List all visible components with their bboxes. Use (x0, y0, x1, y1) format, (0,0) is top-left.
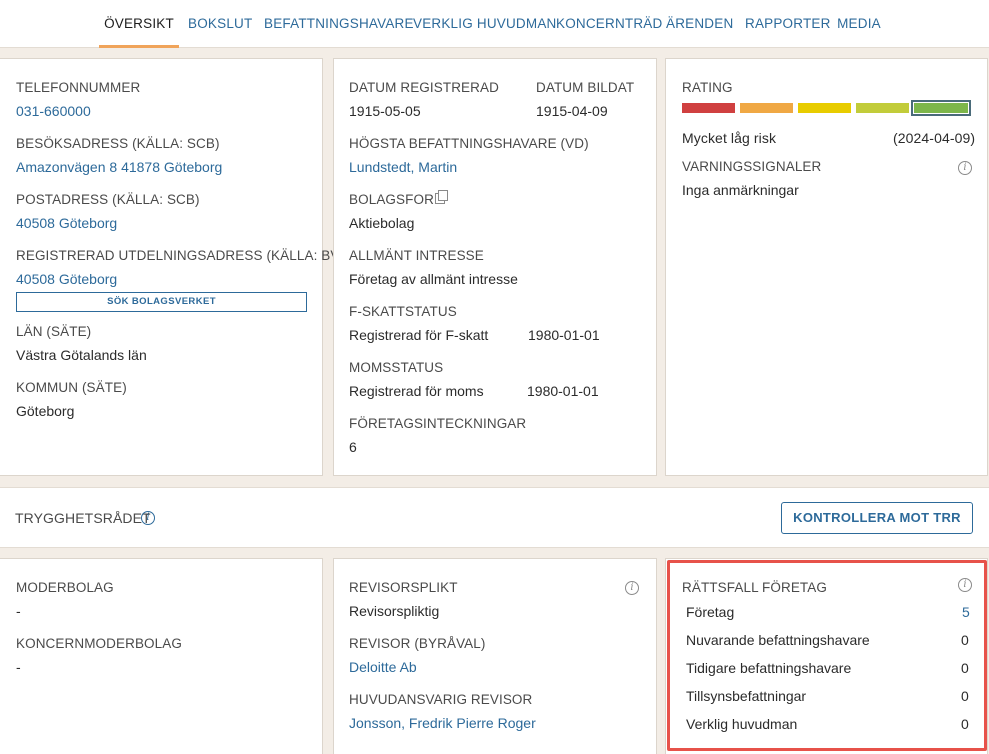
registered-date-label: DATUM REGISTRERAD (349, 80, 499, 95)
legal-row-count: 0 (961, 688, 969, 704)
trr-title: TRYGGHETSRÅDET (15, 510, 151, 526)
legal-cases-card: RÄTTSFALL FÖRETAG i Företag 5 Nuvarande … (665, 558, 988, 754)
rating-segment-2 (740, 103, 793, 113)
ceo-link[interactable]: Lundstedt, Martin (349, 159, 457, 175)
warnings-value: Inga anmärkningar (682, 182, 799, 198)
mortgage-value: 6 (349, 439, 357, 455)
legal-row-count[interactable]: 5 (962, 604, 970, 620)
rating-segment-5 (911, 100, 971, 116)
legal-row-label: Företag (686, 604, 735, 620)
visit-address-link[interactable]: Amazonvägen 8 41878 Göteborg (16, 159, 222, 175)
mortgage-label: FÖRETAGSINTECKNINGAR (349, 416, 527, 431)
group-card: MODERBOLAG - KONCERNMODERBOLAG - (0, 558, 323, 754)
rating-segment-4 (856, 103, 909, 113)
tab-verklig-huvudman[interactable]: VERKLIG HUVUDMAN (413, 0, 556, 48)
founded-date-label: DATUM BILDAT (536, 80, 635, 95)
tab-befattningshavare[interactable]: BEFATTNINGSHAVARE (264, 0, 413, 48)
ftax-status-date: 1980-01-01 (528, 327, 600, 343)
ftax-status-label: F-SKATTSTATUS (349, 304, 457, 319)
parent-company-label: MODERBOLAG (16, 580, 114, 595)
registered-address-link[interactable]: 40508 Göteborg (16, 271, 117, 287)
registered-address-label: REGISTRERAD UTDELNINGSADRESS (KÄLLA: BV) (16, 248, 345, 263)
vat-status-value: Registrerad för moms (349, 383, 484, 399)
group-parent-value: - (16, 659, 21, 675)
tab-koncerntrad[interactable]: KONCERNTRÄD (556, 0, 662, 48)
legal-row-label: Nuvarande befattningshavare (686, 632, 870, 648)
search-bolagsverket-button[interactable]: SÖK BOLAGSVERKET (16, 292, 307, 312)
legal-cases-title: RÄTTSFALL FÖRETAG (682, 580, 827, 595)
tab-bokslut[interactable]: BOKSLUT (188, 0, 252, 48)
legal-row-count: 0 (961, 660, 969, 676)
lan-label: LÄN (SÄTE) (16, 324, 92, 339)
tab-media[interactable]: MEDIA (837, 0, 881, 48)
top-navigation: ÖVERSIKT BOKSLUT BEFATTNINGSHAVARE VERKL… (0, 0, 989, 48)
vat-status-date: 1980-01-01 (527, 383, 599, 399)
parent-company-value: - (16, 603, 21, 619)
postal-address-label: POSTADRESS (KÄLLA: SCB) (16, 192, 200, 207)
audit-duty-value: Revisorspliktig (349, 603, 440, 619)
legal-row-label: Tillsynsbefattningar (686, 688, 807, 704)
ftax-status-value: Registrerad för F-skatt (349, 327, 489, 343)
auditor-label: REVISOR (BYRÅVAL) (349, 636, 486, 651)
legal-row-label: Verklig huvudman (686, 716, 798, 732)
legal-row-count: 0 (961, 716, 969, 732)
audit-info-icon[interactable]: i (625, 581, 639, 595)
kommun-value: Göteborg (16, 403, 75, 419)
legal-row-count: 0 (961, 632, 969, 648)
trr-banner: TRYGGHETSRÅDET i KONTROLLERA MOT TRR (0, 487, 989, 548)
public-interest-value: Företag av allmänt intresse (349, 271, 518, 287)
trr-info-icon[interactable]: i (141, 511, 155, 525)
warnings-label: VARNINGSSIGNALER (682, 159, 822, 174)
registered-date-value: 1915-05-05 (349, 103, 421, 119)
lan-value: Västra Götalands län (16, 347, 147, 363)
rating-segment-3 (798, 103, 851, 113)
phone-label: TELEFONNUMMER (16, 80, 141, 95)
lead-auditor-link[interactable]: Jonsson, Fredrik Pierre Roger (349, 715, 536, 731)
auditor-link[interactable]: Deloitte Ab (349, 659, 417, 675)
ceo-label: HÖGSTA BEFATTNINGSHAVARE (VD) (349, 136, 589, 151)
vat-status-label: MOMSSTATUS (349, 360, 444, 375)
rating-date: (2024-04-09) (893, 130, 976, 146)
audit-card: REVISORSPLIKT i Revisorspliktig REVISOR … (333, 558, 657, 754)
warnings-info-icon[interactable]: i (958, 161, 972, 175)
company-form-label: BOLAGSFORM (349, 192, 446, 207)
rating-card: RATING Mycket låg risk (2024-04-09) VARN… (665, 58, 988, 476)
legal-cases-info-icon[interactable]: i (958, 578, 972, 592)
visit-address-label: BESÖKSADRESS (KÄLLA: SCB) (16, 136, 220, 151)
postal-address-link[interactable]: 40508 Göteborg (16, 215, 117, 231)
contact-card: TELEFONNUMMER 031-660000 BESÖKSADRESS (K… (0, 58, 344, 476)
rating-segment-1 (682, 103, 735, 113)
company-info-card: DATUM REGISTRERAD 1915-05-05 DATUM BILDA… (333, 58, 657, 476)
check-trr-button[interactable]: KONTROLLERA MOT TRR (781, 502, 973, 534)
tab-arenden[interactable]: ÄRENDEN (666, 0, 733, 48)
audit-duty-label: REVISORSPLIKT (349, 580, 458, 595)
legal-row-label: Tidigare befattningshavare (686, 660, 852, 676)
phone-link[interactable]: 031-660000 (16, 103, 91, 119)
lead-auditor-label: HUVUDANSVARIG REVISOR (349, 692, 533, 707)
risk-text: Mycket låg risk (682, 130, 777, 146)
public-interest-label: ALLMÄNT INTRESSE (349, 248, 484, 263)
founded-date-value: 1915-04-09 (536, 103, 608, 119)
copy-icon[interactable] (435, 190, 448, 204)
company-form-value: Aktiebolag (349, 215, 415, 231)
kommun-label: KOMMUN (SÄTE) (16, 380, 127, 395)
rating-label: RATING (682, 80, 733, 95)
group-parent-label: KONCERNMODERBOLAG (16, 636, 182, 651)
tab-rapporter[interactable]: RAPPORTER (745, 0, 830, 48)
tab-oversikt[interactable]: ÖVERSIKT (99, 0, 179, 48)
